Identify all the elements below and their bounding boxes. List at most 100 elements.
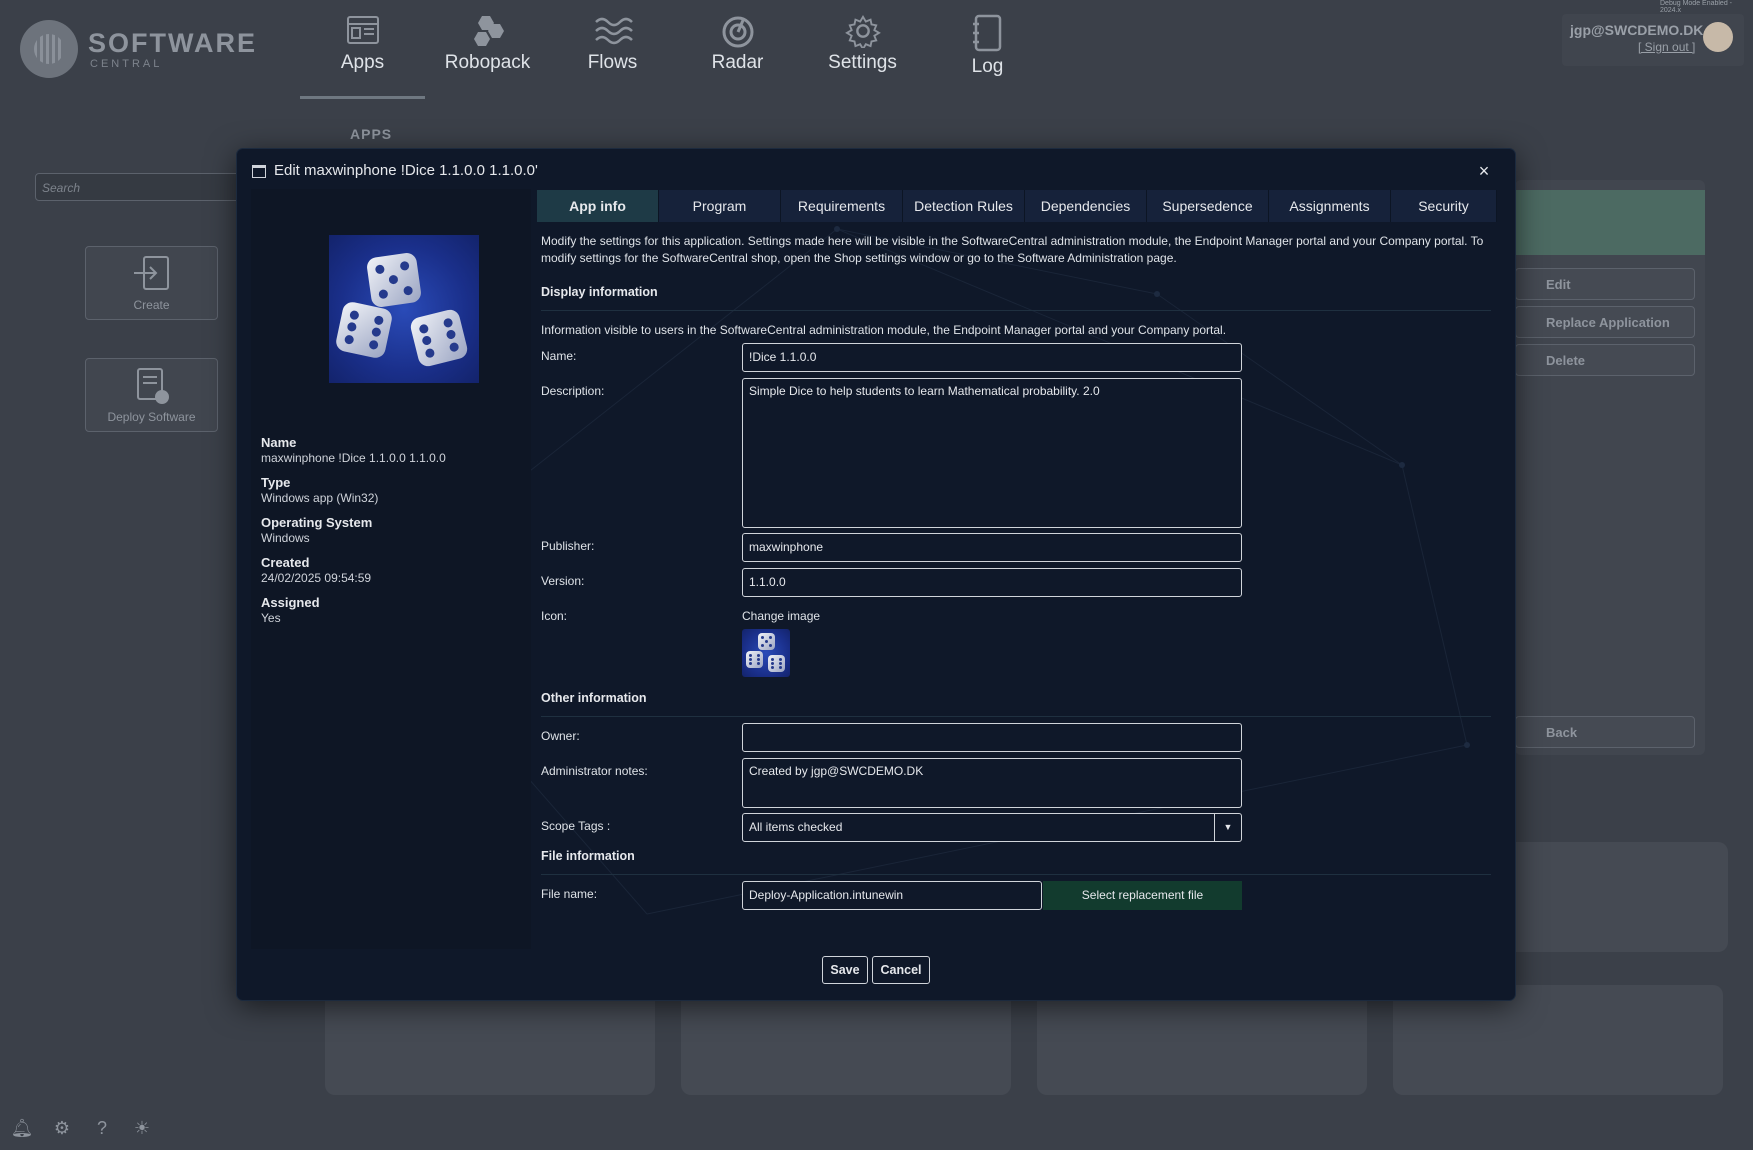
admin-notes-label: Administrator notes: — [541, 764, 648, 778]
tab-app-info[interactable]: App info — [537, 190, 659, 222]
nav-flows-label: Flows — [587, 52, 638, 73]
chevron-down-icon[interactable]: ▼ — [1214, 814, 1241, 841]
icon-label: Icon: — [541, 609, 568, 623]
create-button[interactable]: Create — [85, 246, 218, 320]
info-label: Name — [261, 435, 297, 450]
tab-requirements[interactable]: Requirements — [781, 190, 903, 222]
scope-tags-select[interactable]: All items checked ▼ — [742, 813, 1242, 842]
publisher-label: Publisher: — [541, 539, 595, 553]
dialog-title: Edit maxwinphone !Dice 1.1.0.0 1.1.0.0' — [252, 162, 538, 179]
robopack-icon — [473, 16, 504, 46]
delete-button[interactable]: Delete — [1515, 344, 1695, 376]
deploy-icon — [136, 368, 169, 404]
sign-out-link[interactable]: [ Sign out ] — [1638, 40, 1695, 54]
apps-icon — [346, 16, 379, 44]
app-card[interactable] — [681, 985, 1011, 1095]
nav-radar-label: Radar — [711, 52, 764, 73]
nav-log[interactable]: Log — [925, 14, 1050, 84]
logo[interactable]: SOFTWARE CENTRAL — [20, 20, 260, 80]
info-label: Created — [261, 555, 310, 570]
help-icon[interactable]: ? — [90, 1118, 114, 1139]
deploy-software-label: Deploy Software — [107, 410, 196, 424]
info-created: Created 24/02/2025 09:54:59 — [261, 555, 371, 585]
gear-icon — [844, 14, 881, 48]
other-info-heading: Other information — [541, 691, 647, 705]
nav-robopack[interactable]: Robopack — [425, 14, 550, 84]
die-image — [746, 651, 763, 668]
save-button[interactable]: Save — [822, 956, 868, 984]
info-value: 24/02/2025 09:54:59 — [261, 571, 372, 585]
bell-icon[interactable]: 🔔︎ — [10, 1118, 34, 1139]
nav-log-label: Log — [971, 56, 1004, 77]
app-card[interactable] — [325, 985, 655, 1095]
file-name-field[interactable]: Deploy-Application.intunewin — [742, 881, 1042, 910]
flows-icon — [594, 17, 633, 45]
die-image — [408, 307, 470, 369]
admin-notes-field[interactable]: Created by jgp@SWCDEMO.DK — [742, 758, 1242, 808]
divider — [541, 874, 1491, 875]
logo-wordmark: SOFTWARE — [88, 28, 257, 58]
app-icon-large — [329, 235, 479, 383]
nav-active-indicator — [300, 96, 425, 99]
top-bar: SOFTWARE CENTRAL Apps Robopack Flows Rad… — [0, 0, 1753, 100]
publisher-field[interactable]: maxwinphone — [742, 533, 1242, 562]
change-image-link[interactable]: Change image — [742, 609, 820, 623]
replace-label: Replace Application — [1546, 315, 1670, 330]
info-os: Operating System Windows — [261, 515, 372, 545]
tab-assignments[interactable]: Assignments — [1269, 190, 1391, 222]
window-icon — [252, 164, 266, 178]
gear-icon[interactable]: ⚙ — [50, 1118, 74, 1139]
tab-security[interactable]: Security — [1391, 190, 1497, 222]
tab-program[interactable]: Program — [659, 190, 781, 222]
nav-apps[interactable]: Apps — [300, 14, 425, 84]
file-name-label: File name: — [541, 887, 598, 901]
owner-field[interactable] — [742, 723, 1242, 752]
intro-text: Modify the settings for this application… — [541, 234, 1484, 265]
info-type: Type Windows app (Win32) — [261, 475, 378, 505]
nav-settings[interactable]: Settings — [800, 14, 925, 84]
brightness-icon[interactable]: ☀ — [130, 1118, 154, 1139]
log-icon — [972, 14, 1001, 52]
dialog-title-text: Edit maxwinphone !Dice 1.1.0.0 1.1.0.0' — [274, 162, 538, 179]
version-label: Version: — [541, 574, 585, 588]
edit-button[interactable]: Edit — [1515, 268, 1695, 300]
name-field[interactable]: !Dice 1.1.0.0 — [742, 343, 1242, 372]
die-image — [334, 300, 394, 360]
avatar[interactable] — [1703, 22, 1733, 52]
tab-bar: App info Program Requirements Detection … — [537, 190, 1497, 222]
info-name: Name maxwinphone !Dice 1.1.0.0 1.1.0.0 — [261, 435, 446, 465]
nav-flows[interactable]: Flows — [550, 14, 675, 84]
back-button[interactable]: Back — [1515, 716, 1695, 748]
user-panel: jgp@SWCDEMO.DK [ Sign out ] — [1562, 14, 1744, 66]
replace-application-button[interactable]: Replace Application — [1515, 306, 1695, 338]
info-label: Assigned — [261, 595, 320, 610]
name-label: Name: — [541, 349, 577, 363]
select-replacement-file-button[interactable]: Select replacement file — [1043, 881, 1242, 910]
cancel-button[interactable]: Cancel — [872, 956, 930, 984]
deploy-software-button[interactable]: Deploy Software — [85, 358, 218, 432]
die-image — [758, 633, 775, 650]
version-field[interactable]: 1.1.0.0 — [742, 568, 1242, 597]
nav-settings-label: Settings — [828, 52, 897, 73]
description-label: Description: — [541, 384, 605, 398]
logo-mark — [20, 20, 78, 78]
die-image — [768, 655, 785, 672]
user-email: jgp@SWCDEMO.DK — [1570, 22, 1704, 38]
radar-icon — [722, 16, 753, 48]
scope-tags-value: All items checked — [749, 820, 843, 834]
info-value: Windows — [261, 531, 310, 545]
nav-robopack-label: Robopack — [444, 52, 531, 73]
app-icon-thumbnail[interactable] — [742, 629, 790, 677]
close-icon[interactable]: × — [1472, 159, 1496, 183]
file-info-heading: File information — [541, 849, 635, 863]
app-card[interactable] — [1037, 985, 1367, 1095]
tab-detection-rules[interactable]: Detection Rules — [903, 190, 1025, 222]
nav-radar[interactable]: Radar — [675, 14, 800, 84]
die-image — [365, 251, 423, 309]
description-field[interactable]: Simple Dice to help students to learn Ma… — [742, 378, 1242, 528]
tab-dependencies[interactable]: Dependencies — [1025, 190, 1147, 222]
app-card[interactable] — [1393, 985, 1723, 1095]
tab-supersedence[interactable]: Supersedence — [1147, 190, 1269, 222]
search-input[interactable]: Search — [35, 173, 245, 201]
app-detail-header — [1515, 190, 1705, 255]
